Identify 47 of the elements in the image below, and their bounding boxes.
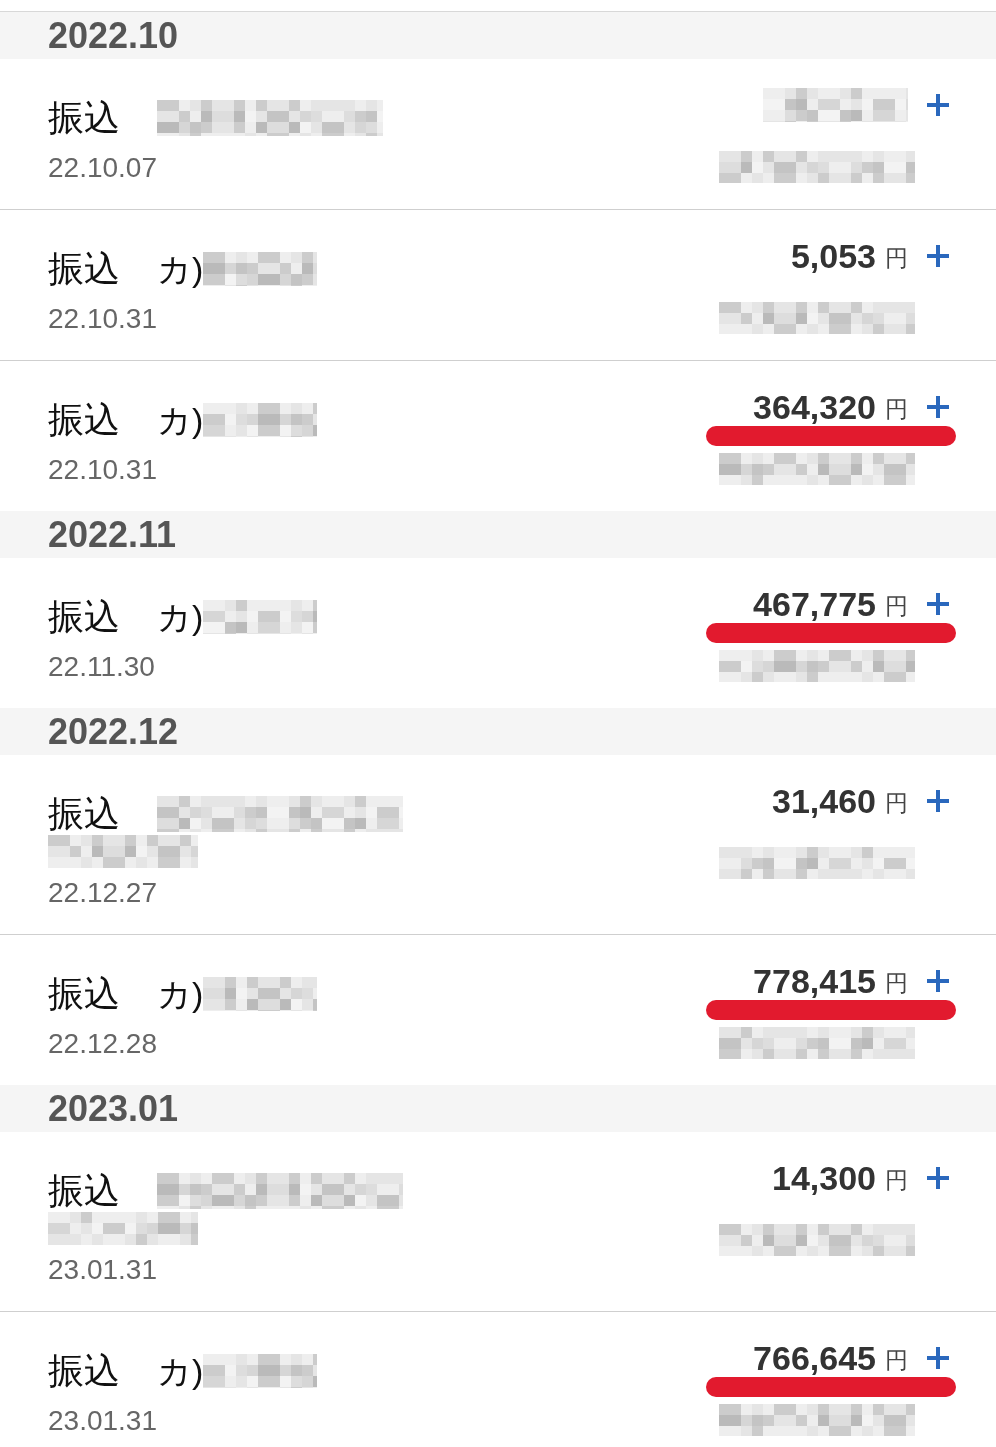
month-header: 2022.10 [0,11,996,59]
transaction-type: 振込 [48,1169,120,1213]
currency-label: 円 [885,789,908,818]
plus-icon [926,93,950,117]
amount: 467,775 [753,584,876,624]
transaction-type: 振込 [48,792,120,836]
transaction-type: 振込 [48,398,120,442]
plus-icon [926,244,950,268]
transaction-date: 22.10.31 [48,302,158,336]
month-header: 2022.12 [0,708,996,755]
transaction-type: 振込 [48,1349,120,1393]
amount: 5,053 [790,236,876,276]
transaction-type: 振込 [48,972,120,1016]
amount: 31,460 [772,781,876,821]
payer-prefix: カ) [157,1351,204,1392]
transaction-date: 22.12.27 [48,876,158,910]
plus-icon [926,395,950,419]
amount: 14,300 [772,1158,876,1198]
transaction-date: 22.11.30 [48,650,156,684]
month-header: 2023.01 [0,1085,996,1132]
transaction-type: 振込 [48,247,120,291]
plus-icon [926,789,950,813]
plus-icon [926,592,950,616]
transaction-type: 振込 [48,595,120,639]
plus-icon [926,1346,950,1370]
transaction-type: 振込 [48,96,120,140]
transaction-date: 22.12.28 [48,1027,158,1061]
transaction-date: 22.10.31 [48,453,158,487]
amount: 364,320 [753,387,876,427]
transaction-date: 23.01.31 [48,1253,158,1287]
plus-icon [926,1166,950,1190]
payer-prefix: カ) [157,974,204,1015]
amount: 766,645 [753,1338,876,1378]
currency-label: 円 [885,592,908,621]
payer-prefix: カ) [157,249,204,290]
transaction-date: 23.01.31 [48,1404,158,1438]
currency-label: 円 [885,244,908,273]
payer-prefix: カ) [157,400,204,441]
currency-label: 円 [885,395,908,424]
currency-label: 円 [885,1346,908,1375]
plus-icon [926,969,950,993]
currency-label: 円 [885,969,908,998]
transaction-date: 22.10.07 [48,151,158,185]
currency-label: 円 [885,1166,908,1195]
payer-prefix: カ) [157,597,204,638]
amount: 778,415 [753,961,876,1001]
month-header: 2022.11 [0,511,996,558]
